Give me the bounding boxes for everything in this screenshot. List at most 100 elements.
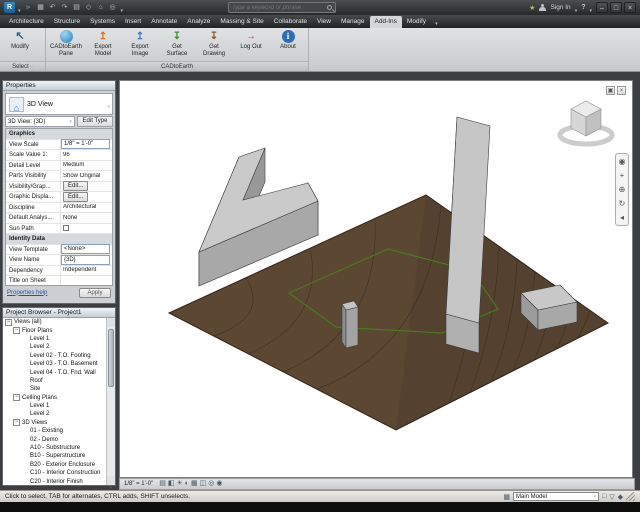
tab-add-ins[interactable]: Add-Ins xyxy=(370,16,402,28)
browser-tree-item[interactable]: 3D Views xyxy=(3,419,106,427)
log-out-button[interactable]: Log Out xyxy=(233,29,269,60)
active-workset-dropdown[interactable]: Main Model xyxy=(513,492,599,501)
property-row[interactable]: Dependency Independent xyxy=(6,266,112,277)
open-icon[interactable]: ▹ xyxy=(24,3,34,13)
property-row[interactable]: View Template <None> xyxy=(6,245,112,256)
property-row[interactable]: Identity Data xyxy=(6,234,112,245)
search-input[interactable] xyxy=(229,3,335,12)
tab-structure[interactable]: Structure xyxy=(49,16,85,28)
type-selector-caret-icon[interactable] xyxy=(107,95,112,113)
tab-view[interactable]: View xyxy=(312,16,336,28)
about-button[interactable]: About xyxy=(270,29,306,60)
browser-tree-item[interactable]: Level 2 xyxy=(3,343,106,351)
maximize-button[interactable]: □ xyxy=(610,2,622,13)
browser-tree-item[interactable]: Level 03 - T.O. Basement xyxy=(3,360,106,368)
property-row[interactable]: Sun Path xyxy=(6,224,112,235)
building-mass-wall[interactable] xyxy=(342,301,358,348)
close-button[interactable]: × xyxy=(624,2,636,13)
get-drawing-button[interactable]: Get Drawing xyxy=(196,29,232,60)
browser-tree-item[interactable]: 01 - Existing xyxy=(3,427,106,435)
property-row[interactable]: View Scale 1/8" = 1'-0" xyxy=(6,140,112,151)
properties-help-link[interactable]: Properties help xyxy=(7,290,47,296)
crop-view-icon[interactable]: ▦ xyxy=(191,479,198,489)
browser-tree-item[interactable]: A10 - Substructure xyxy=(3,444,106,452)
modify-button[interactable]: Modify xyxy=(2,29,38,60)
reveal-hidden-icon[interactable]: ◉ xyxy=(216,479,222,489)
project-browser-header[interactable]: Project Browser - Project1 xyxy=(3,308,115,318)
scroll-up-icon[interactable] xyxy=(107,318,115,327)
tab-modify[interactable]: Modify xyxy=(402,16,431,28)
apply-button[interactable]: Apply xyxy=(79,288,111,298)
drawing-area[interactable]: ▣× ◉+⊕↻◂ xyxy=(119,80,633,478)
show-crop-icon[interactable]: ◫ xyxy=(200,479,207,489)
browser-tree-item[interactable]: Level 1 xyxy=(3,402,106,410)
view-restore-button[interactable]: ▣ xyxy=(606,86,615,95)
scroll-down-icon[interactable] xyxy=(107,476,115,485)
browser-tree-item[interactable]: 02 - Demo xyxy=(3,435,106,443)
star-icon[interactable]: ★ xyxy=(529,4,535,12)
property-row[interactable]: Title on Sheet xyxy=(6,276,112,286)
export-image-button[interactable]: Export Image xyxy=(122,29,158,60)
project-browser-scrollbar[interactable] xyxy=(106,318,115,485)
select-panel-label[interactable]: Select xyxy=(0,61,45,71)
selection-count-icon[interactable]: ◆ xyxy=(618,493,623,501)
view-scale-button[interactable]: 1/8" = 1'-0" xyxy=(124,481,153,487)
default-3d-view-icon[interactable]: ⌂ xyxy=(96,3,106,13)
tab-annotate[interactable]: Annotate xyxy=(146,16,182,28)
browser-tree-item[interactable]: Site xyxy=(3,385,106,393)
browser-tree-item[interactable]: Roof xyxy=(3,377,106,385)
cadtoearth-pane-button[interactable]: CADtoEarth Pane xyxy=(48,29,84,60)
edit-type-button[interactable]: Edit Type xyxy=(77,116,113,127)
redo-icon[interactable]: ↷ xyxy=(60,3,70,13)
temporary-hide-icon[interactable]: ◎ xyxy=(208,479,214,489)
help-button[interactable]: ? xyxy=(581,4,585,11)
sun-path-icon[interactable]: ☀ xyxy=(177,479,183,489)
browser-tree-item[interactable]: B10 - Superstructure xyxy=(3,452,106,460)
browser-tree-item[interactable]: Level 1 xyxy=(3,335,106,343)
tab-architecture[interactable]: Architecture xyxy=(4,16,49,28)
ribbon-state-caret-icon[interactable] xyxy=(435,16,438,28)
tree-expander-icon[interactable] xyxy=(5,319,12,326)
view-cube[interactable] xyxy=(560,101,612,144)
minimize-button[interactable]: – xyxy=(596,2,608,13)
sign-in-button[interactable]: Sign In xyxy=(550,4,570,11)
property-row[interactable]: Scale Value 1: 96 xyxy=(6,150,112,161)
tree-expander-icon[interactable] xyxy=(13,419,20,426)
browser-tree-item[interactable]: Level 02 - T.O. Footing xyxy=(3,352,106,360)
filter-icon[interactable]: ▽ xyxy=(609,493,614,501)
tree-expander-icon[interactable] xyxy=(13,394,20,401)
tree-expander-icon[interactable] xyxy=(13,327,20,334)
scrollbar-thumb[interactable] xyxy=(108,329,114,387)
rewind-icon[interactable]: ◂ xyxy=(620,212,624,223)
property-row[interactable]: Default Analys... None xyxy=(6,213,112,224)
orbit-icon[interactable]: ↻ xyxy=(619,198,626,209)
tab-manage[interactable]: Manage xyxy=(336,16,370,28)
measure-icon[interactable]: ◇ xyxy=(84,3,94,13)
browser-tree-item[interactable]: Ceiling Plans xyxy=(3,394,106,402)
3d-model-view[interactable] xyxy=(120,81,634,479)
view-close-button[interactable]: × xyxy=(617,86,626,95)
editable-only-checkbox[interactable]: □ xyxy=(602,493,606,501)
sync-icon[interactable]: ◎ xyxy=(108,3,118,13)
browser-tree-item[interactable]: B20 - Exterior Enclosure xyxy=(3,461,106,469)
tab-massing-site[interactable]: Massing & Site xyxy=(215,16,268,28)
export-model-button[interactable]: Export Model xyxy=(85,29,121,60)
active-workset-icon[interactable]: ▦ xyxy=(503,493,510,501)
property-row[interactable]: Detail Level Medium xyxy=(6,161,112,172)
get-surface-button[interactable]: Get Surface xyxy=(159,29,195,60)
browser-tree-item[interactable]: C10 - Interior Construction xyxy=(3,469,106,477)
property-row[interactable]: Parts Visibility Show Original xyxy=(6,171,112,182)
browser-tree-item[interactable]: Views (all) xyxy=(3,318,106,326)
tab-collaborate[interactable]: Collaborate xyxy=(269,16,312,28)
resize-grip[interactable] xyxy=(626,492,635,501)
selection-filter-dropdown[interactable]: 3D View: {3D} xyxy=(5,116,75,127)
browser-tree-item[interactable]: Level 2 xyxy=(3,410,106,418)
browser-tree-item[interactable]: Floor Plans xyxy=(3,326,106,334)
property-row[interactable]: View Name {3D} xyxy=(6,255,112,266)
print-icon[interactable]: ▤ xyxy=(72,3,82,13)
type-selector-dropdown[interactable]: 3D View xyxy=(5,93,113,115)
app-menu-button[interactable]: R xyxy=(4,2,15,13)
tab-systems[interactable]: Systems xyxy=(85,16,120,28)
browser-tree-item[interactable]: C20 - Interior Finish xyxy=(3,477,106,485)
property-row[interactable]: Graphic Displa... Edit... xyxy=(6,192,112,203)
